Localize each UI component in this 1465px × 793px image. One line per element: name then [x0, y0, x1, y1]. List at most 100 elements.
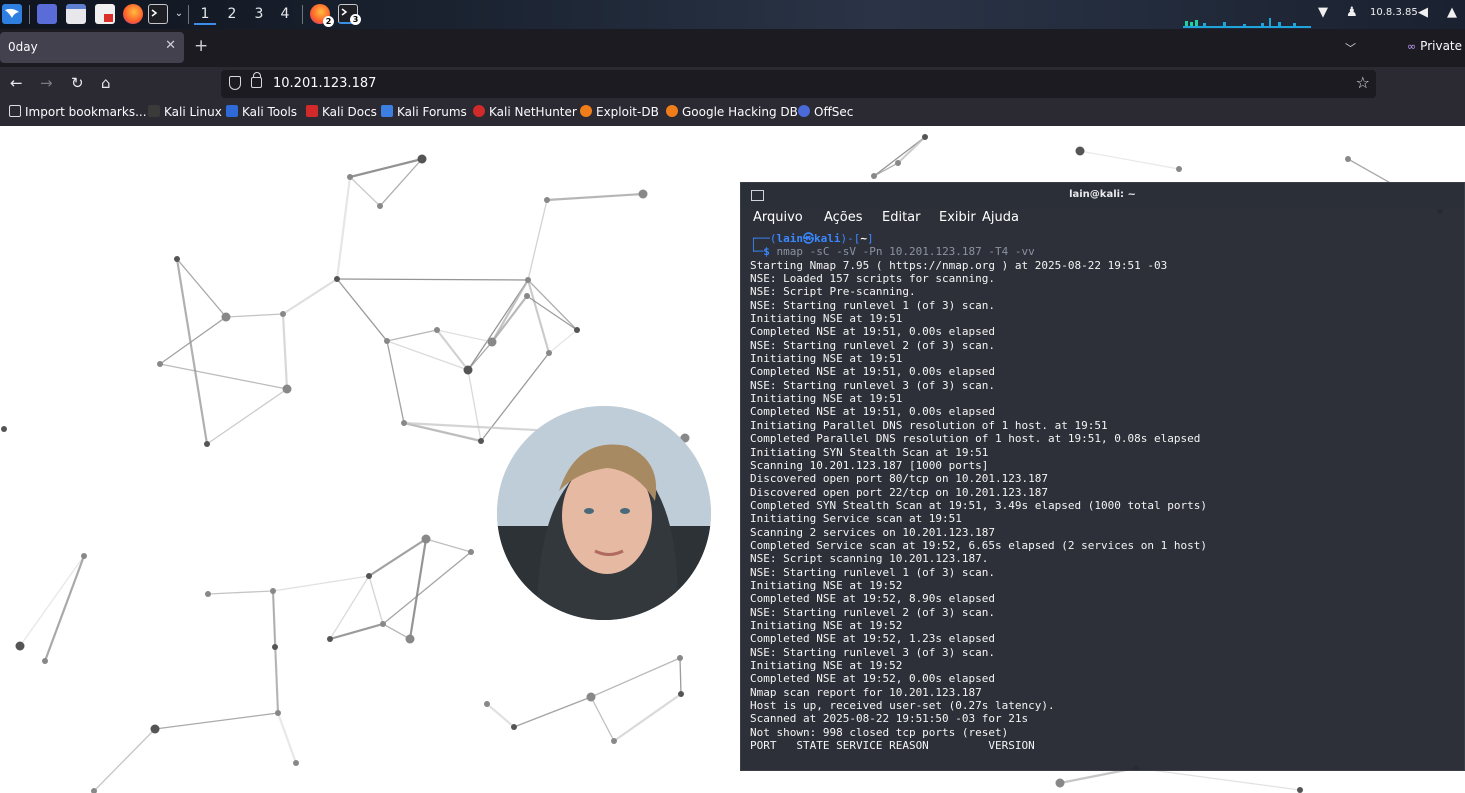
bookmark-offsec[interactable]: OffSec: [798, 105, 853, 119]
terminal-window-button[interactable]: 3: [338, 4, 361, 25]
back-arrow-icon[interactable]: ←: [10, 74, 23, 92]
menu-arquivo[interactable]: Arquivo: [753, 210, 803, 225]
menu-ajuda[interactable]: Ajuda: [982, 210, 1019, 225]
list-tabs-chevron-icon[interactable]: ﹀: [1345, 40, 1356, 56]
prompt-user: lain: [776, 232, 804, 245]
terminal-output-line: NSE: Starting runlevel 3 (of 3) scan.: [750, 378, 996, 392]
forward-arrow-icon[interactable]: →: [40, 74, 53, 92]
file-manager-icon[interactable]: [66, 4, 86, 24]
terminal-output-line: Completed Service scan at 19:52, 6.65s e…: [750, 538, 1207, 552]
workspace-2[interactable]: 2: [221, 5, 243, 25]
workspace-1[interactable]: 1: [194, 5, 216, 25]
menu-exibir[interactable]: Exibir: [939, 210, 976, 225]
tracking-protection-shield-icon[interactable]: [229, 76, 241, 90]
home-icon[interactable]: ⌂: [101, 74, 111, 92]
vpn-icon[interactable]: ♟: [1346, 5, 1358, 20]
terminal-output-line: Discovered open port 80/tcp on 10.201.12…: [750, 472, 1049, 486]
volume-icon[interactable]: ◀: [1418, 5, 1428, 20]
tab-title: 0day: [8, 40, 38, 54]
bookmark-import[interactable]: Import bookmarks...: [9, 105, 147, 119]
text-editor-icon[interactable]: [95, 4, 115, 24]
tab-0day[interactable]: 0day ✕: [0, 32, 184, 63]
terminal-output-line: Initiating Service scan at 19:51: [750, 512, 962, 526]
terminal-window[interactable]: lain@kali: ~ Arquivo Ações Editar Exibir…: [740, 182, 1465, 771]
exploit-db-icon: [580, 105, 592, 117]
kali-menu-icon[interactable]: [2, 4, 22, 24]
terminal-output-line: NSE: Loaded 157 scripts for scanning.: [750, 272, 996, 286]
bookmark-kali-linux[interactable]: Kali Linux: [148, 105, 222, 119]
terminal-output-line: Completed NSE at 19:51, 0.00s elapsed: [750, 365, 996, 379]
terminal-output-line: Nmap scan report for 10.201.123.187: [750, 685, 982, 699]
workspace-4[interactable]: 4: [274, 5, 296, 25]
terminal-output-line: NSE: Script Pre-scanning.: [750, 285, 916, 299]
ip-address: 10.8.3.85: [1370, 7, 1418, 18]
bookmark-kali-forums[interactable]: Kali Forums: [381, 105, 467, 119]
panel-separator: [302, 5, 303, 24]
window-count-badge: 3: [350, 14, 361, 25]
show-desktop-icon[interactable]: [37, 4, 57, 24]
offsec-icon: [798, 105, 810, 117]
kali-dragon-icon: [148, 105, 160, 117]
insecure-lock-icon[interactable]: [251, 72, 262, 88]
terminal-output-line: Not shown: 998 closed tcp ports (reset): [750, 725, 1009, 739]
terminal-output-line: Scanned at 2025-08-22 19:51:50 -03 for 2…: [750, 712, 1029, 726]
firefox-icon[interactable]: [123, 4, 143, 24]
terminal-output-line: Completed SYN Stealth Scan at 19:51, 3.4…: [750, 498, 1207, 512]
import-icon: [9, 105, 21, 117]
reload-icon[interactable]: ↻: [71, 74, 84, 92]
ghdb-icon: [666, 105, 678, 117]
terminal-output-line: Completed NSE at 19:51, 0.00s elapsed: [750, 405, 996, 419]
chevron-down-icon[interactable]: ⌄: [168, 5, 190, 25]
terminal-output-line: NSE: Starting runlevel 1 (of 3) scan.: [750, 298, 996, 312]
terminal-launcher-icon[interactable]: [148, 4, 168, 24]
menu-editar[interactable]: Editar: [882, 210, 921, 225]
terminal-output-line: Initiating NSE at 19:51: [750, 352, 903, 366]
panel-separator: [188, 5, 189, 24]
browser-tab-bar: 0day ✕ + ﹀ ∞ Private: [0, 29, 1465, 67]
browser-navigation-bar: ← → ↻ ⌂ 10.201.123.187 ☆: [0, 67, 1465, 101]
terminal-output[interactable]: ┌──(lain㉿kali)-[~] └─$ nmap -sC -sV -Pn 1…: [750, 232, 1462, 764]
new-tab-icon[interactable]: +: [194, 37, 208, 55]
bookmark-star-icon[interactable]: ☆: [1356, 73, 1370, 92]
bookmark-google-hacking-db[interactable]: Google Hacking DB: [666, 105, 798, 119]
command-line: └─$ nmap -sC -sV -Pn 10.201.123.187 -T4 …: [750, 245, 1035, 259]
prompt-host: kali: [814, 232, 841, 245]
kali-tools-icon: [226, 105, 238, 117]
profile-photo: [497, 406, 711, 620]
bookmark-kali-docs[interactable]: Kali Docs: [306, 105, 377, 119]
menu-acoes[interactable]: Ações: [824, 210, 863, 225]
wifi-icon[interactable]: ▼: [1318, 5, 1328, 20]
notification-bell-icon[interactable]: ▲: [1447, 5, 1457, 20]
terminal-output-line: Discovered open port 22/tcp on 10.201.12…: [750, 485, 1049, 499]
terminal-output-line: NSE: Script scanning 10.201.123.187.: [750, 552, 989, 566]
terminal-output-line: Completed NSE at 19:52, 8.90s elapsed: [750, 592, 996, 606]
terminal-output-line: Completed NSE at 19:52, 0.00s elapsed: [750, 672, 996, 686]
bookmark-exploit-db[interactable]: Exploit-DB: [580, 105, 659, 119]
panel-separator: [29, 5, 30, 24]
window-count-badge: 2: [323, 16, 334, 27]
url-bar[interactable]: 10.201.123.187 ☆: [221, 70, 1376, 98]
url-text[interactable]: 10.201.123.187: [273, 76, 376, 91]
kali-forums-icon: [381, 105, 393, 117]
terminal-output-line: NSE: Starting runlevel 2 (of 3) scan.: [750, 605, 996, 619]
terminal-output-line: Scanning 10.201.123.187 [1000 ports]: [750, 458, 989, 472]
private-label: Private: [1420, 39, 1463, 53]
terminal-titlebar[interactable]: lain@kali: ~: [741, 183, 1464, 209]
close-tab-icon[interactable]: ✕: [165, 38, 176, 53]
workspace-3[interactable]: 3: [248, 5, 270, 25]
terminal-output-line: Initiating NSE at 19:51: [750, 392, 903, 406]
terminal-output-line: Starting Nmap 7.95 ( https://nmap.org ) …: [750, 258, 1168, 272]
terminal-output-line: NSE: Starting runlevel 1 (of 3) scan.: [750, 565, 996, 579]
bookmark-kali-nethunter[interactable]: Kali NetHunter: [473, 105, 577, 119]
nethunter-icon: [473, 105, 485, 117]
firefox-window-button[interactable]: 2: [310, 4, 334, 27]
terminal-output-line: Initiating NSE at 19:52: [750, 659, 903, 672]
prompt-line: ┌──(lain㉿kali)-[~]: [750, 232, 874, 245]
bookmarks-toolbar: Import bookmarks... Kali Linux Kali Tool…: [0, 101, 1465, 126]
bookmark-kali-tools[interactable]: Kali Tools: [226, 105, 297, 119]
kali-docs-icon: [306, 105, 318, 117]
terminal-title: lain@kali: ~: [1069, 189, 1136, 200]
private-browsing-indicator: ∞ Private: [1407, 39, 1462, 53]
terminal-output-line: Scanning 2 services on 10.201.123.187: [750, 525, 996, 539]
terminal-output-line: Initiating NSE at 19:52: [750, 618, 903, 632]
